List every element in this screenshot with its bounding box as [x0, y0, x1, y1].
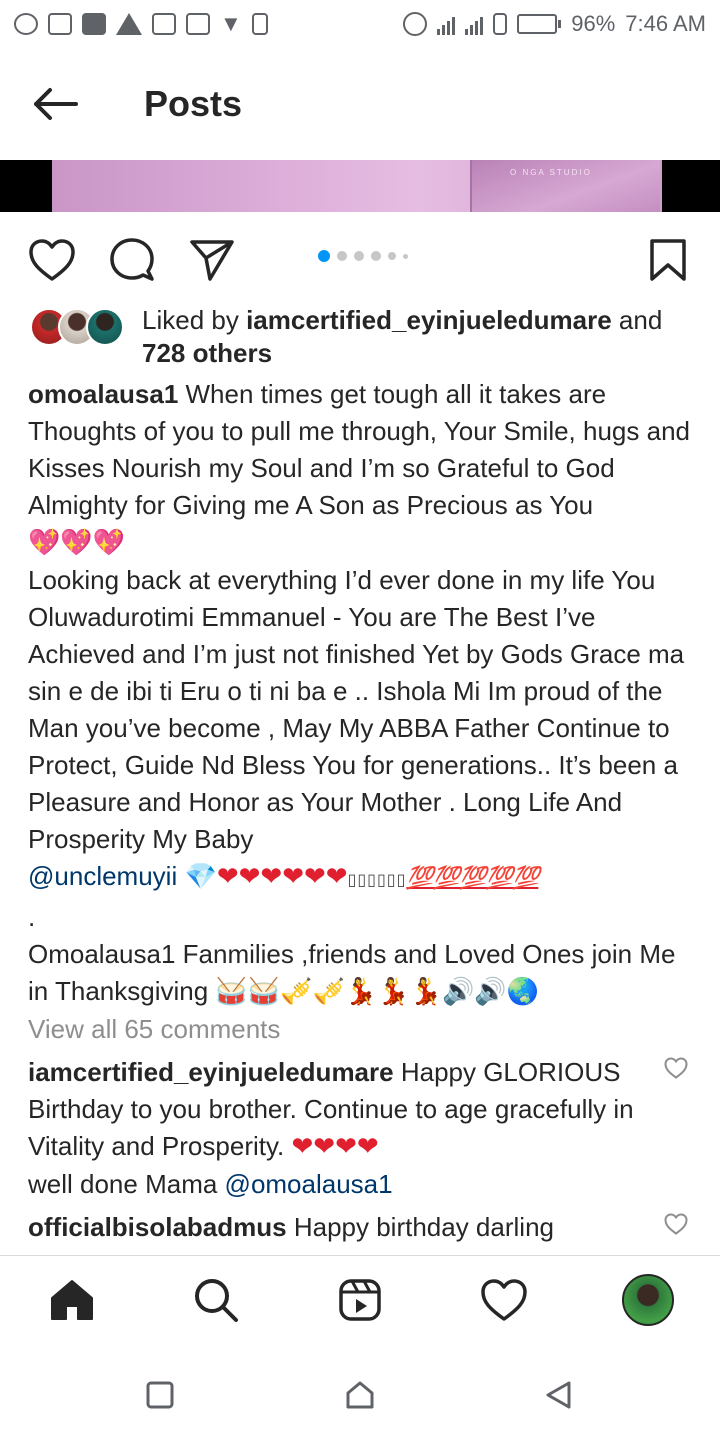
heart-icon	[29, 239, 75, 281]
comment-item: officialbisolabadmus Happy birthday darl…	[28, 1209, 648, 1246]
post-caption: omoalausa1 When times get tough all it t…	[28, 376, 700, 1011]
likes-middle: and	[611, 305, 663, 335]
activity-icon	[481, 1279, 527, 1321]
celebration-emojis: 🥁🥁🎺🎺💃💃💃🔊🔊🌏	[215, 977, 540, 1007]
reels-icon	[339, 1279, 381, 1321]
vibrate-icon	[493, 13, 508, 35]
system-icons: 96% 7:46 AM	[403, 11, 706, 37]
view-all-comments-link[interactable]: View all 65 comments	[28, 1014, 280, 1045]
nav-profile[interactable]	[622, 1274, 674, 1326]
likes-count[interactable]: 728 others	[142, 338, 272, 368]
likes-prefix: Liked by	[142, 305, 247, 335]
recents-icon	[146, 1381, 174, 1409]
status-bar: ▼ 96% 7:46 AM	[0, 0, 720, 48]
back-button[interactable]	[0, 56, 110, 152]
comment-username[interactable]: officialbisolabadmus	[28, 1212, 287, 1242]
heart-icon	[664, 1213, 688, 1235]
home-icon	[346, 1381, 374, 1409]
share-button[interactable]	[186, 234, 238, 286]
comment-text-continued: well done Mama	[28, 1169, 225, 1199]
battery-icon	[517, 14, 562, 34]
system-navigation	[0, 1345, 720, 1440]
system-back-button[interactable]	[538, 1375, 578, 1415]
bookmark-icon	[650, 239, 686, 281]
post-image[interactable]: O NGA STUDIO	[0, 160, 720, 212]
likes-row[interactable]: Liked by iamcertified_eyinjueledumare an…	[30, 304, 700, 368]
nav-activity[interactable]	[478, 1274, 530, 1326]
comment-button[interactable]	[106, 234, 158, 286]
comment-username[interactable]: iamcertified_eyinjueledumare	[28, 1057, 394, 1087]
send-icon	[190, 240, 234, 281]
page-title: Posts	[144, 83, 243, 124]
carousel-dot	[403, 253, 408, 259]
top-app-bar: Posts	[0, 56, 720, 152]
photo-watermark: O NGA STUDIO	[510, 168, 592, 177]
unsupported-emoji-boxes: ▯▯▯▯▯▯	[347, 872, 407, 889]
caption-username[interactable]: omoalausa1	[28, 379, 178, 409]
warning-icon	[116, 13, 142, 35]
message-icon	[48, 13, 72, 35]
clock: 7:46 AM	[625, 11, 706, 36]
carousel-dot	[354, 251, 364, 261]
data-saver-icon	[403, 12, 428, 36]
red-heart-emojis: ❤❤❤❤	[291, 1132, 379, 1162]
diamond-emoji: 💎	[184, 862, 217, 892]
comment-mention[interactable]: @omoalausa1	[225, 1169, 393, 1199]
caption-mention[interactable]: @unclemuyii	[28, 861, 177, 891]
system-home-button[interactable]	[340, 1375, 380, 1415]
liker-username[interactable]: iamcertified_eyinjueledumare	[246, 305, 612, 335]
nav-reels[interactable]	[334, 1274, 386, 1326]
comment-text: Happy birthday darling	[286, 1212, 554, 1242]
signal-icon	[437, 13, 456, 35]
heart-icon	[664, 1057, 688, 1079]
carousel-dot	[337, 251, 347, 261]
home-icon	[51, 1280, 93, 1320]
caption-paragraph: Looking back at everything I’d ever done…	[28, 565, 685, 854]
bottom-navigation	[0, 1255, 720, 1345]
carousel-dot	[388, 252, 396, 260]
carousel-indicator	[318, 250, 408, 262]
signal-icon	[465, 13, 484, 35]
comment-like-button[interactable]	[662, 1054, 690, 1082]
carousel-dot-active	[318, 250, 330, 262]
recents-button[interactable]	[140, 1375, 180, 1415]
comment-icon	[110, 238, 154, 281]
sim-icon	[251, 13, 268, 35]
battery-percent: 96%	[571, 11, 616, 36]
gallery-icon	[152, 13, 176, 35]
carousel-dot	[371, 251, 381, 261]
arrow-left-icon	[34, 88, 78, 120]
notification-icons: ▼	[14, 11, 268, 37]
search-icon	[195, 1279, 238, 1322]
twitter-icon: ▼	[220, 11, 242, 36]
square-icon	[82, 13, 106, 35]
hundred-points-emojis: 💯💯💯💯💯	[406, 866, 539, 891]
red-heart-emojis: ❤❤❤❤❤❤	[216, 862, 348, 892]
caption-dot: .	[28, 902, 36, 932]
whatsapp-icon	[14, 13, 38, 35]
profile-avatar	[622, 1274, 674, 1326]
nav-home[interactable]	[46, 1274, 98, 1326]
likes-summary: Liked by iamcertified_eyinjueledumare an…	[142, 304, 702, 370]
back-icon	[546, 1381, 571, 1409]
nav-search[interactable]	[190, 1274, 242, 1326]
comment-like-button[interactable]	[662, 1210, 690, 1238]
image-icon	[186, 13, 210, 35]
avatar	[86, 308, 124, 346]
sparkling-heart-emojis: 💖💖💖	[28, 528, 126, 558]
save-button[interactable]	[642, 234, 694, 286]
comment-item: iamcertified_eyinjueledumare Happy GLORI…	[28, 1054, 648, 1203]
liker-avatars	[30, 308, 126, 346]
like-button[interactable]	[26, 234, 78, 286]
